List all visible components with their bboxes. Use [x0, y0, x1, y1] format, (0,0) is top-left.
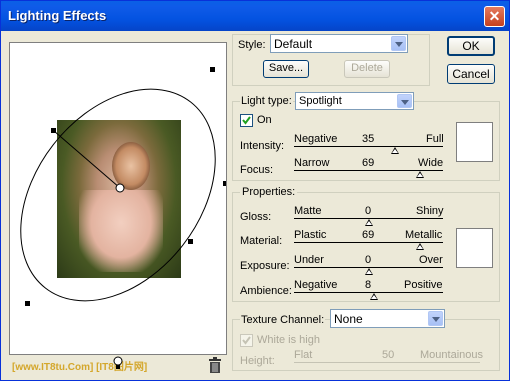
focus-value: 69	[362, 157, 375, 169]
gloss-value: 0	[365, 205, 372, 217]
exposure-value: 0	[365, 254, 372, 266]
spotlight-ellipse[interactable]	[10, 43, 227, 355]
ambience-right-label: Positive	[404, 279, 443, 291]
texture-channel-select[interactable]: None	[330, 309, 445, 328]
gloss-left-label: Matte	[294, 205, 322, 217]
focus-label: Focus:	[240, 164, 274, 176]
window-title: Lighting Effects	[8, 8, 107, 23]
style-value: Default	[274, 37, 313, 51]
chevron-down-icon[interactable]	[428, 311, 443, 326]
ambience-label: Ambience:	[240, 285, 292, 297]
gloss-label: Gloss:	[240, 211, 272, 223]
chevron-down-icon[interactable]	[391, 36, 406, 51]
texture-channel-label: Texture Channel:	[240, 314, 326, 326]
focus-left-label: Narrow	[294, 157, 330, 169]
close-icon: ✕	[488, 8, 501, 24]
watermark-text: [www.IT8tu.Com] [IT8图片网]	[12, 362, 148, 373]
exposure-label: Exposure:	[240, 260, 290, 272]
ambient-color-swatch[interactable]	[456, 228, 493, 268]
focus-right-label: Wide	[418, 157, 444, 169]
exposure-left-label: Under	[294, 254, 324, 266]
material-right-label: Metallic	[405, 229, 443, 241]
ambience-value: 8	[365, 279, 372, 291]
delete-button: Delete	[344, 60, 390, 78]
chevron-down-icon[interactable]	[397, 94, 412, 108]
style-select[interactable]: Default	[270, 34, 408, 53]
save-button[interactable]: Save...	[263, 60, 309, 78]
intensity-left-label: Negative	[294, 133, 338, 145]
white-is-high-label: White is high	[257, 334, 320, 346]
light-on-checkbox[interactable]	[240, 114, 253, 127]
ellipse-handle-bottom-right[interactable]	[188, 239, 193, 244]
ellipse-handle-bottom-left[interactable]	[25, 301, 30, 306]
light-type-value: Spotlight	[299, 95, 342, 107]
light-type-label: Light type:	[240, 95, 293, 107]
ellipse-handle-right[interactable]	[223, 181, 227, 186]
light-type-select[interactable]: Spotlight	[295, 92, 414, 110]
ambience-left-label: Negative	[294, 279, 338, 291]
light-bulb-icon[interactable]	[113, 356, 123, 370]
intensity-slider-thumb[interactable]	[390, 147, 399, 154]
trash-icon[interactable]	[208, 357, 222, 373]
lighting-effects-dialog: Lighting Effects ✕ [www.IT8tu.Com] [IT8图…	[0, 0, 510, 381]
close-button[interactable]: ✕	[484, 6, 505, 27]
light-preview-area[interactable]	[9, 42, 227, 355]
material-left-label: Plastic	[294, 229, 327, 241]
material-value: 69	[362, 229, 375, 241]
texture-channel-value: None	[334, 312, 363, 326]
intensity-label: Intensity:	[240, 140, 285, 152]
ambience-slider-track[interactable]	[294, 292, 443, 293]
checkmark-icon	[242, 336, 251, 345]
exposure-slider-thumb[interactable]	[364, 268, 373, 275]
ellipse-handle-top[interactable]	[210, 67, 215, 72]
style-label: Style:	[238, 39, 266, 51]
height-left-label: Flat	[294, 349, 313, 361]
gloss-slider-thumb[interactable]	[364, 219, 373, 226]
height-slider-track	[294, 362, 480, 363]
material-slider-thumb[interactable]	[415, 243, 424, 250]
cancel-button[interactable]: Cancel	[447, 64, 495, 84]
gloss-right-label: Shiny	[416, 205, 444, 217]
title-bar[interactable]: Lighting Effects ✕	[1, 1, 509, 31]
height-label: Height:	[240, 355, 275, 367]
light-color-swatch[interactable]	[456, 122, 493, 162]
intensity-value: 35	[362, 133, 375, 145]
focus-slider-thumb[interactable]	[415, 171, 424, 178]
white-is-high-checkbox	[240, 334, 253, 347]
light-on-label: On	[257, 114, 272, 126]
height-value: 50	[382, 349, 395, 361]
ellipse-handle-top-left[interactable]	[51, 128, 56, 133]
material-label: Material:	[240, 235, 283, 247]
light-center-handle[interactable]	[115, 183, 125, 193]
properties-legend: Properties:	[240, 186, 298, 198]
intensity-slider-track[interactable]	[294, 146, 443, 147]
intensity-right-label: Full	[426, 133, 444, 145]
height-right-label: Mountainous	[420, 349, 483, 361]
checkmark-icon	[242, 116, 251, 125]
ok-button[interactable]: OK	[447, 36, 495, 56]
exposure-right-label: Over	[419, 254, 443, 266]
ambience-slider-thumb[interactable]	[370, 293, 379, 300]
light-direction-line	[53, 130, 121, 189]
